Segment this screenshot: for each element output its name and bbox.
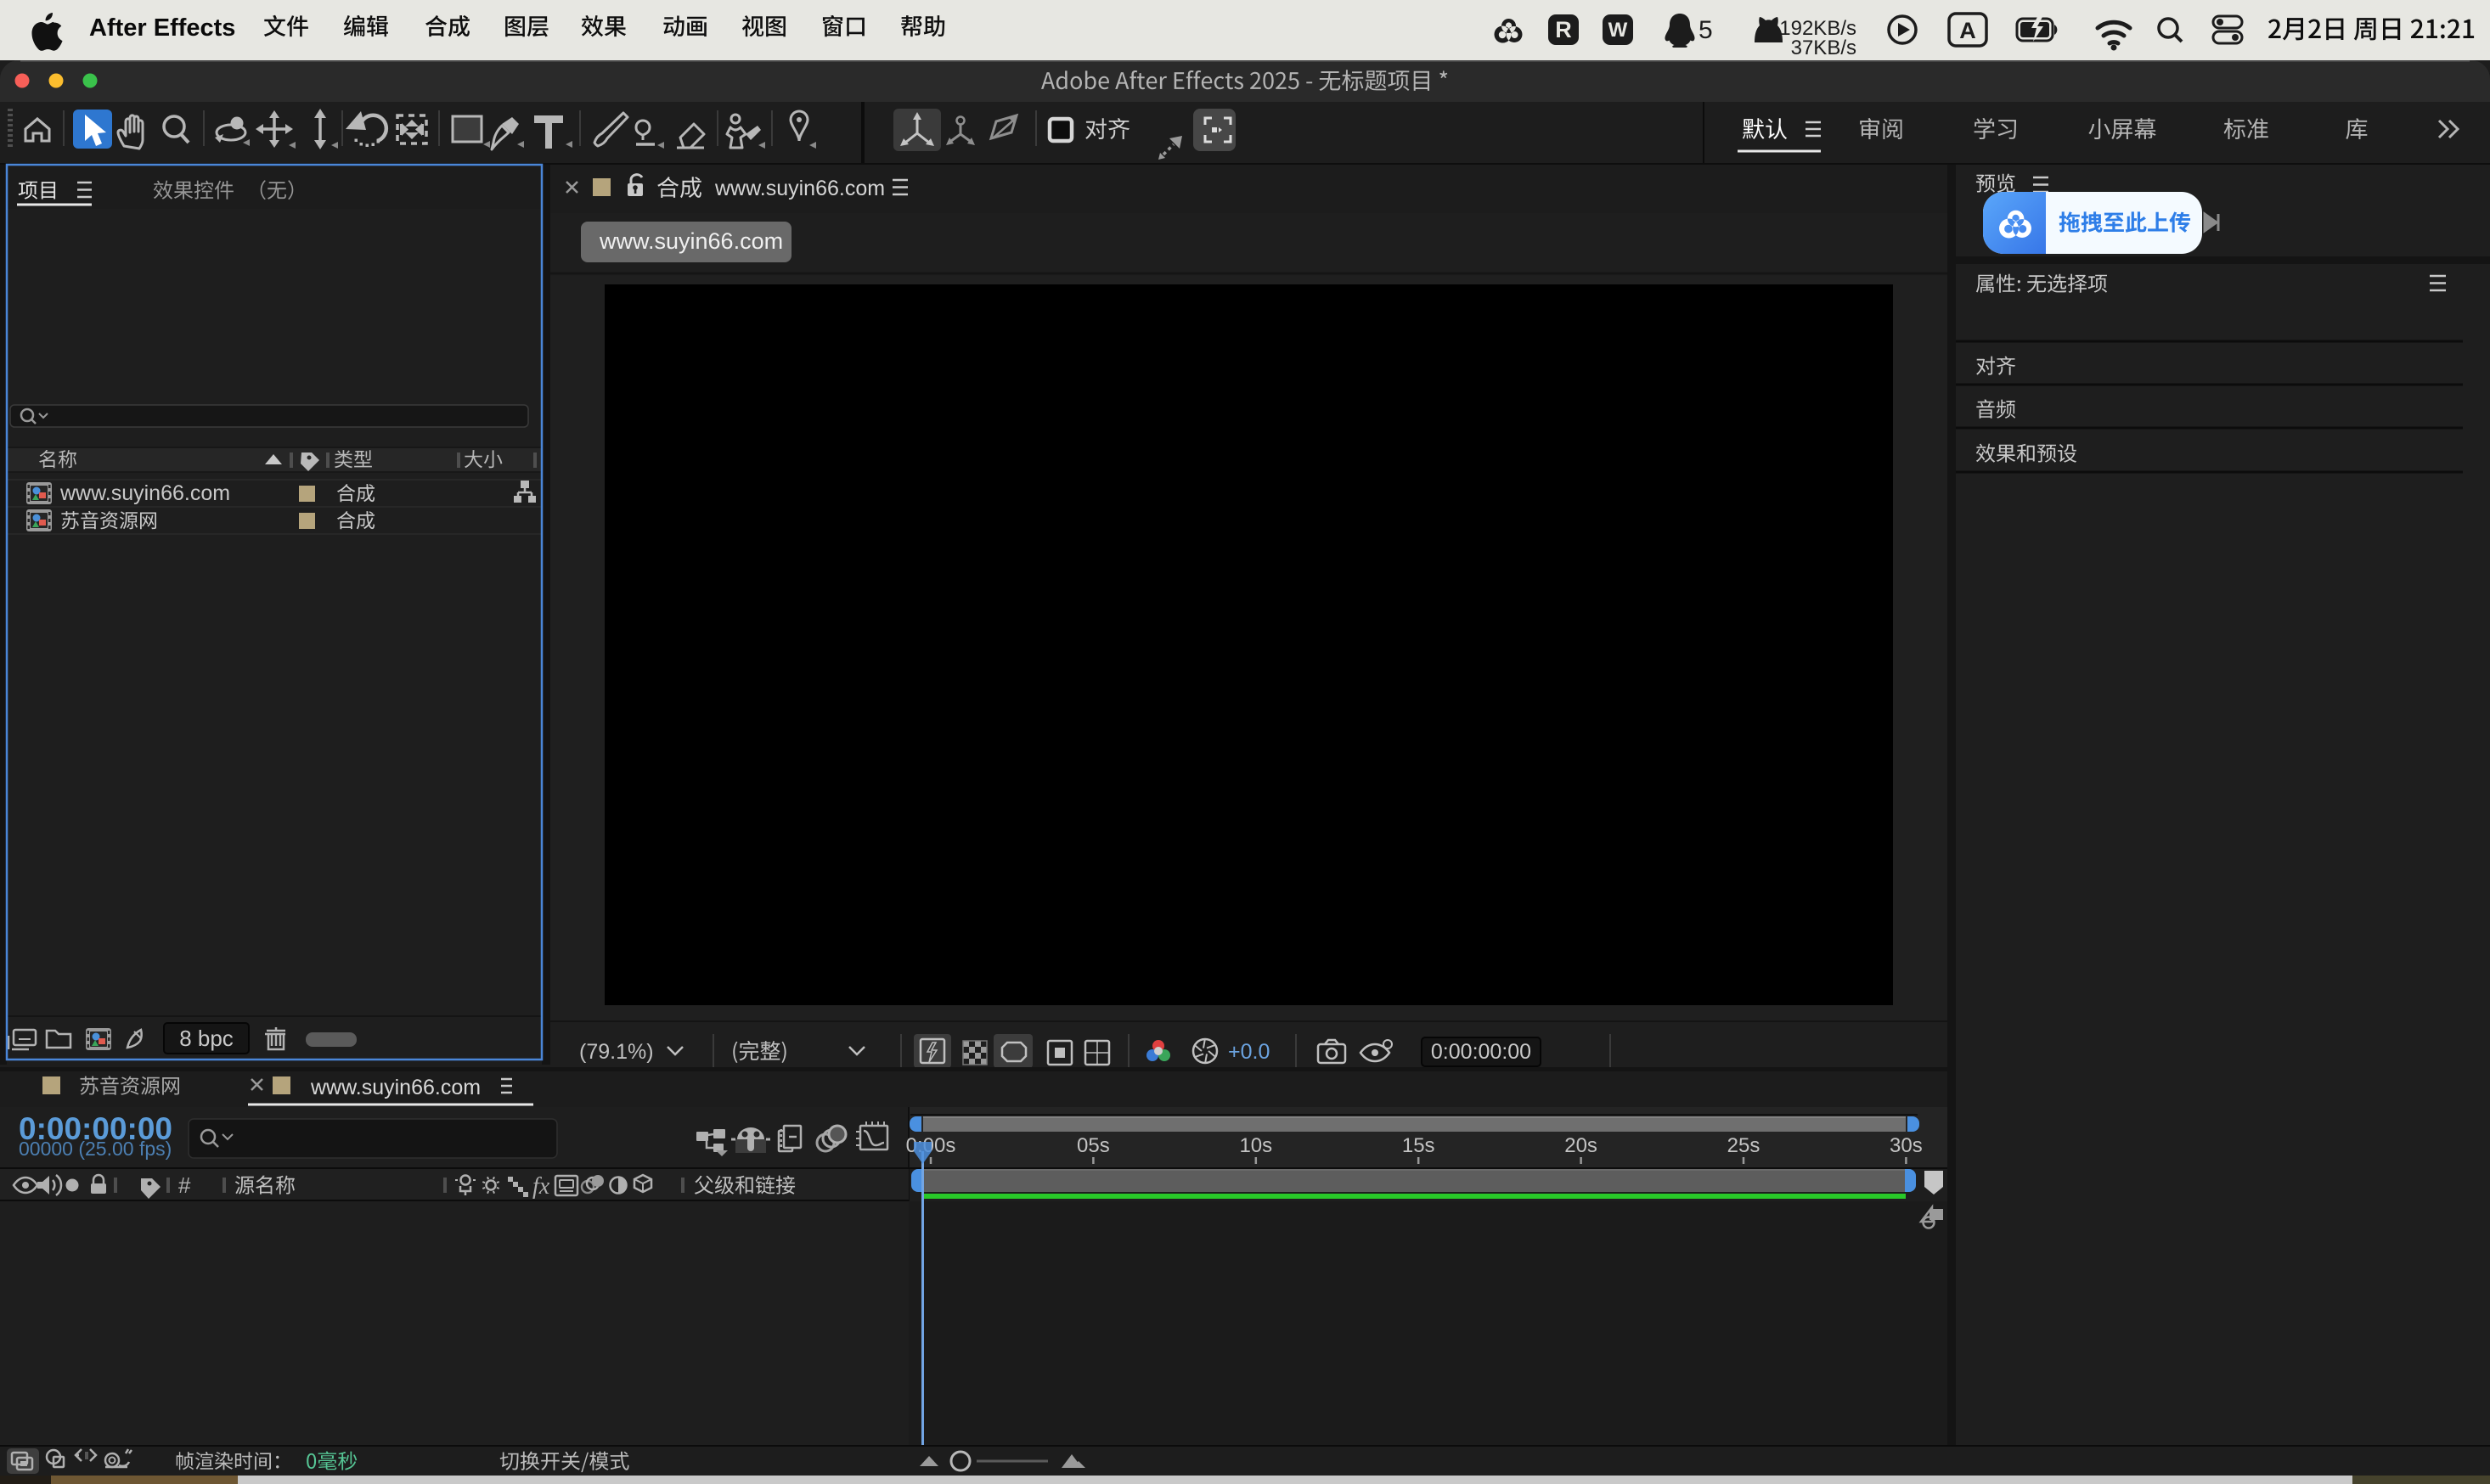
svg-text:5: 5	[1698, 16, 1713, 44]
svg-text:20s: 20s	[1564, 1134, 1597, 1157]
svg-text:10s: 10s	[1239, 1134, 1272, 1157]
svg-text:00000 (25.00 fps): 00000 (25.00 fps)	[19, 1138, 172, 1160]
svg-text:30s: 30s	[1890, 1134, 1923, 1157]
svg-text:www.suyin66.com: www.suyin66.com	[59, 481, 230, 505]
svg-text:R: R	[1555, 17, 1572, 42]
svg-text:A: A	[1959, 18, 1976, 43]
svg-text:(79.1%): (79.1%)	[579, 1040, 654, 1064]
svg-text:www.suyin66.com: www.suyin66.com	[310, 1076, 481, 1099]
svg-text:fx: fx	[532, 1173, 550, 1200]
svg-text:05s: 05s	[1077, 1134, 1110, 1157]
svg-text:25s: 25s	[1727, 1134, 1760, 1157]
svg-text:15s: 15s	[1402, 1134, 1435, 1157]
svg-text:www.suyin66.com: www.suyin66.com	[599, 228, 783, 254]
svg-text:After Effects: After Effects	[89, 14, 235, 42]
svg-text:+0.0: +0.0	[1228, 1040, 1270, 1064]
svg-text:W: W	[1608, 19, 1628, 42]
svg-text:www.suyin66.com: www.suyin66.com	[714, 177, 885, 200]
svg-text:0:00:00:00: 0:00:00:00	[1431, 1040, 1531, 1064]
svg-text:8 bpc: 8 bpc	[179, 1026, 234, 1051]
svg-text:#: #	[178, 1172, 191, 1198]
svg-text:37KB/s: 37KB/s	[1791, 37, 1856, 59]
